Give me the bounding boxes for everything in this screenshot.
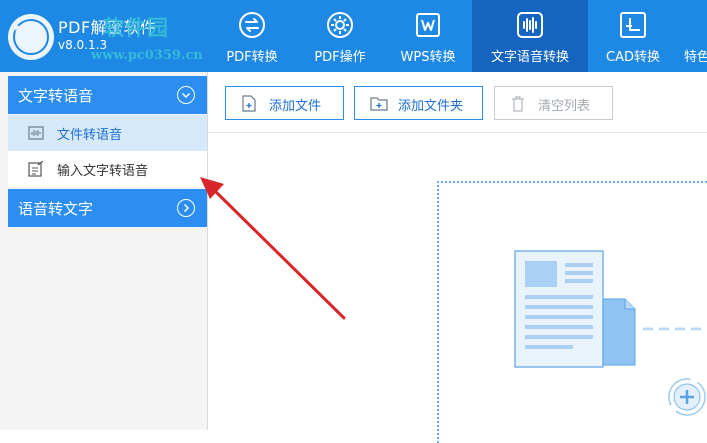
annotation-arrow bbox=[200, 177, 346, 320]
